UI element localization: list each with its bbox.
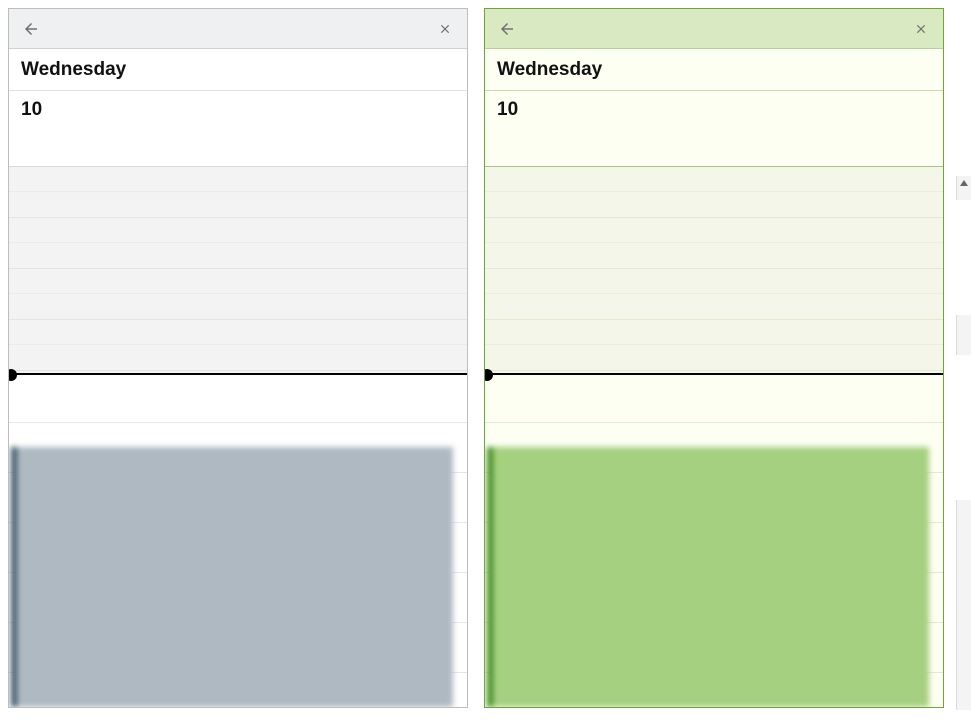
calendar-event[interactable] <box>11 447 453 707</box>
back-arrow-icon <box>22 20 40 38</box>
calendar-compare-root: Wednesday 10 <box>0 0 971 720</box>
close-icon <box>914 22 928 36</box>
panel-title-text <box>74 14 274 38</box>
nonworking-hours-shade <box>485 167 943 373</box>
panel-titlebar <box>485 9 943 49</box>
current-time-line <box>9 373 467 375</box>
scrollbar-segment[interactable] <box>956 500 971 710</box>
current-time-line <box>485 373 943 375</box>
close-button[interactable] <box>431 15 459 43</box>
scrollbar-segment[interactable] <box>956 315 971 355</box>
calendar-panel-left: Wednesday 10 <box>8 8 468 708</box>
day-of-week-label: Wednesday <box>9 49 467 91</box>
close-button[interactable] <box>907 15 935 43</box>
panel-title-text <box>550 14 750 38</box>
close-icon <box>438 22 452 36</box>
day-of-week-label: Wednesday <box>485 49 943 91</box>
panel-titlebar <box>9 9 467 49</box>
scrollbar-up-button[interactable] <box>956 176 971 200</box>
day-number-label: 10 <box>485 91 943 167</box>
calendar-event[interactable] <box>487 447 929 707</box>
nonworking-hours-shade <box>9 167 467 373</box>
back-button[interactable] <box>17 15 45 43</box>
time-grid[interactable] <box>9 167 467 707</box>
day-number-label: 10 <box>9 91 467 167</box>
back-arrow-icon <box>498 20 516 38</box>
calendar-panel-right: Wednesday 10 <box>484 8 944 708</box>
chevron-up-icon <box>960 180 968 186</box>
time-grid[interactable] <box>485 167 943 707</box>
back-button[interactable] <box>493 15 521 43</box>
